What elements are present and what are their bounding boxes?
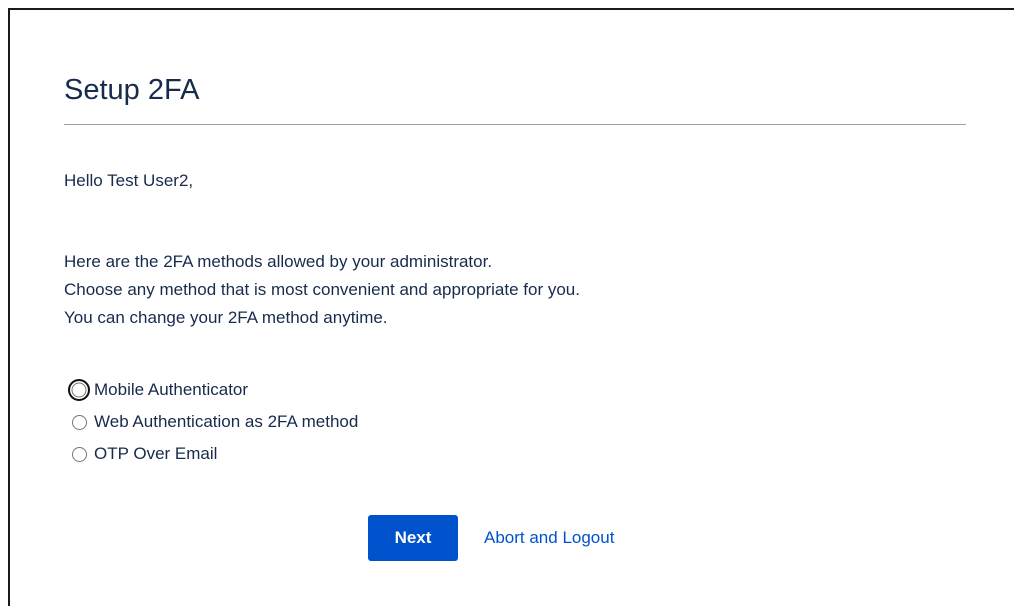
page-title: Setup 2FA [64,74,200,106]
web-authentication-radio[interactable] [72,414,87,430]
web-authentication-label[interactable]: Web Authentication as 2FA method [94,412,358,432]
abort-and-logout-link[interactable]: Abort and Logout [484,526,614,550]
mobile-authenticator-label[interactable]: Mobile Authenticator [94,380,248,400]
setup-2fa-panel: Setup 2FA Hello Test User2, Here are the… [8,8,1014,606]
intro-line-2: Choose any method that is most convenien… [64,280,580,299]
title-divider [64,124,966,125]
intro-line-1: Here are the 2FA methods allowed by your… [64,252,493,271]
method-options: Mobile Authenticator Web Authentication … [68,374,358,470]
mobile-authenticator-radio[interactable] [68,379,90,401]
method-option-mobile-authenticator[interactable]: Mobile Authenticator [68,374,358,406]
otp-email-label[interactable]: OTP Over Email [94,444,217,464]
greeting-text: Hello Test User2, [64,171,194,190]
intro-line-3: You can change your 2FA method anytime. [64,308,388,327]
method-option-otp-email[interactable]: OTP Over Email [68,438,358,470]
method-option-web-authentication[interactable]: Web Authentication as 2FA method [68,406,358,438]
next-button[interactable]: Next [368,515,458,561]
otp-email-radio[interactable] [72,446,87,462]
intro-text: Here are the 2FA methods allowed by your… [64,248,580,332]
